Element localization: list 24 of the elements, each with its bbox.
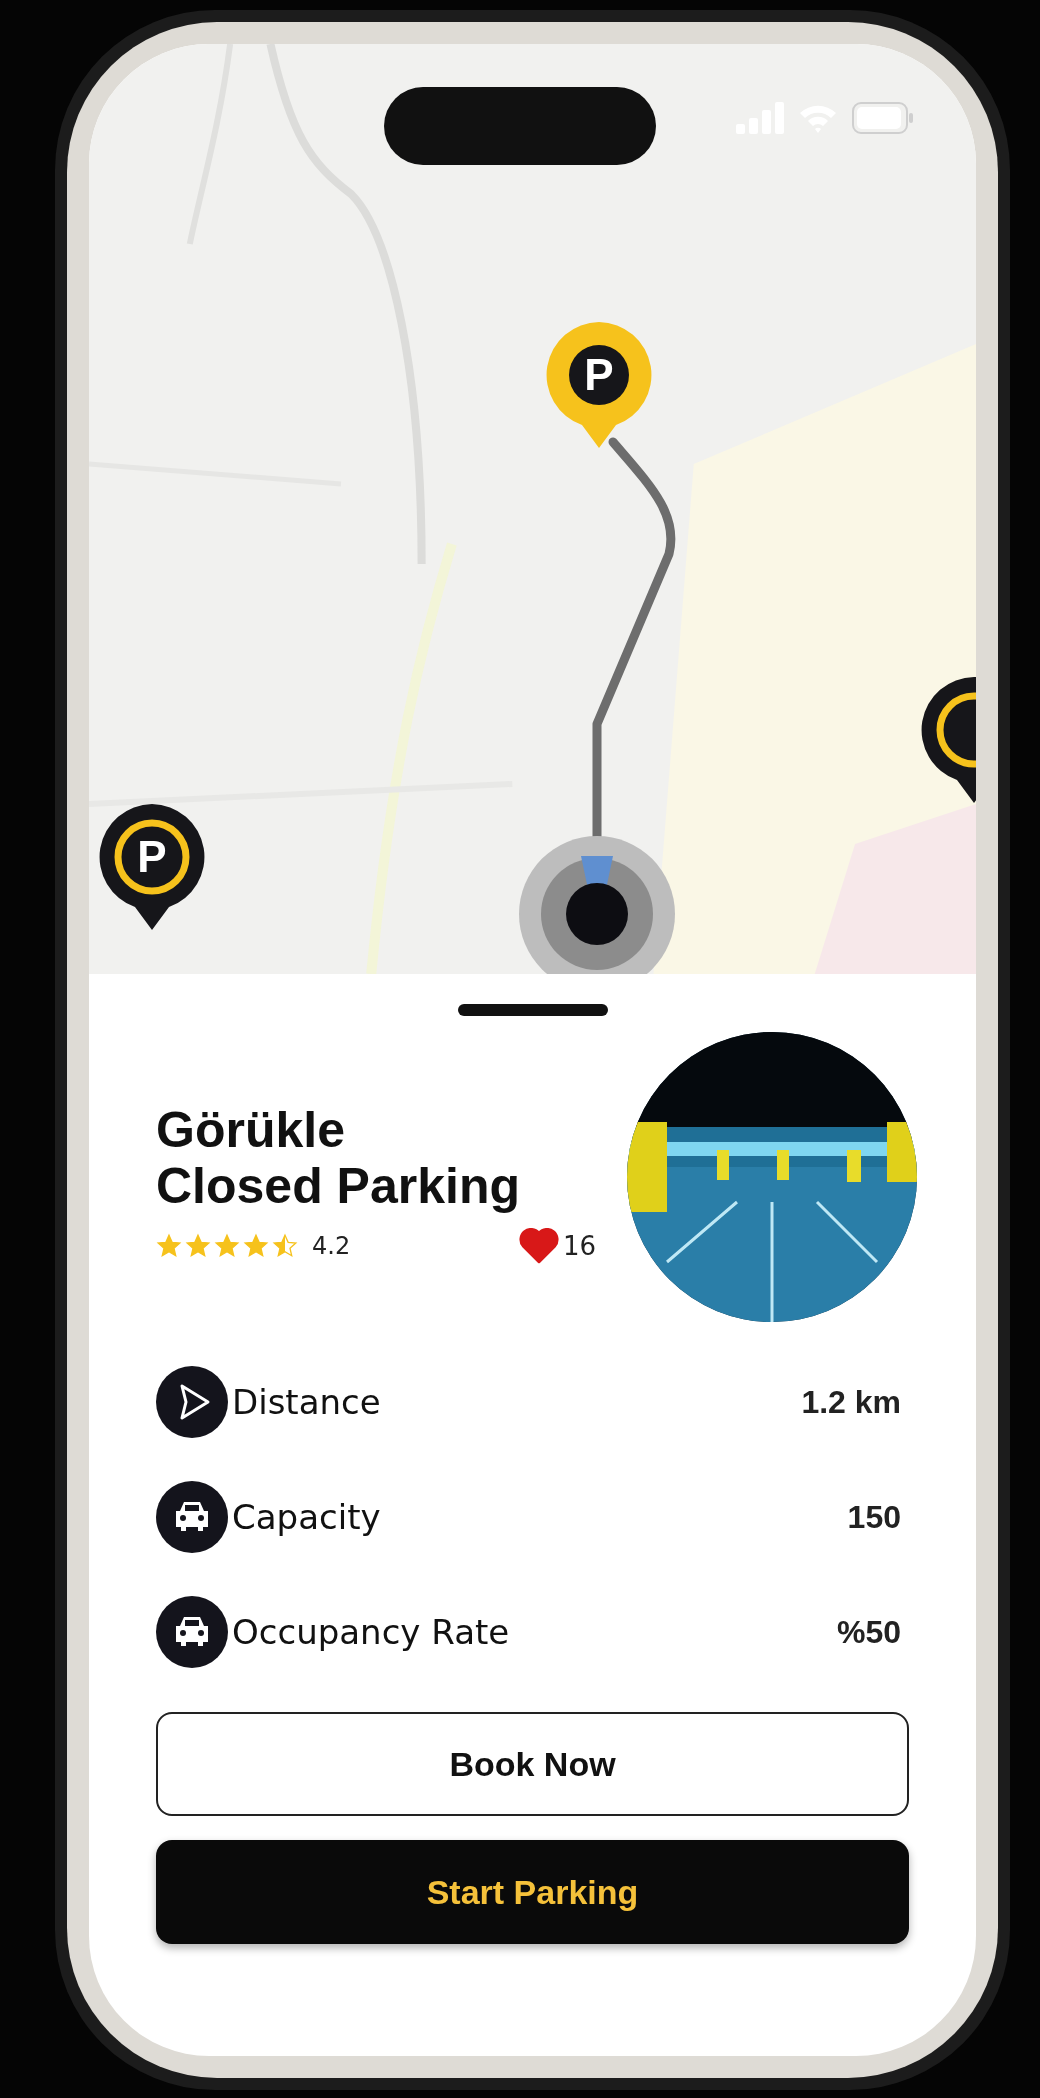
star-icon xyxy=(156,1233,182,1259)
detail-value: 150 xyxy=(847,1498,901,1536)
drag-handle[interactable] xyxy=(457,1004,608,1016)
detail-label: Distance xyxy=(232,1382,381,1422)
detail-label: Capacity xyxy=(232,1497,381,1537)
star-icon xyxy=(214,1233,240,1259)
battery-icon xyxy=(852,102,914,134)
detail-value: 1.2 km xyxy=(801,1383,901,1421)
detail-label: Occupancy Rate xyxy=(232,1612,510,1652)
parking-title: Görükle Closed Parking xyxy=(156,1102,521,1214)
star-icon xyxy=(243,1233,269,1259)
likes-count: 16 xyxy=(562,1231,596,1261)
star-icon xyxy=(272,1233,298,1259)
start-parking-button[interactable]: Start Parking xyxy=(156,1840,909,1944)
parking-pin[interactable]: P xyxy=(97,802,207,932)
rating-value: 4.2 xyxy=(312,1232,351,1260)
heart-icon[interactable] xyxy=(518,1228,559,1264)
car-icon xyxy=(156,1481,228,1553)
car-icon xyxy=(156,1596,228,1668)
star-icon xyxy=(185,1233,211,1259)
parking-pin[interactable]: P xyxy=(544,320,654,450)
detail-value: %50 xyxy=(836,1613,901,1651)
current-location-icon xyxy=(519,836,675,974)
book-now-button[interactable]: Book Now xyxy=(156,1712,909,1816)
